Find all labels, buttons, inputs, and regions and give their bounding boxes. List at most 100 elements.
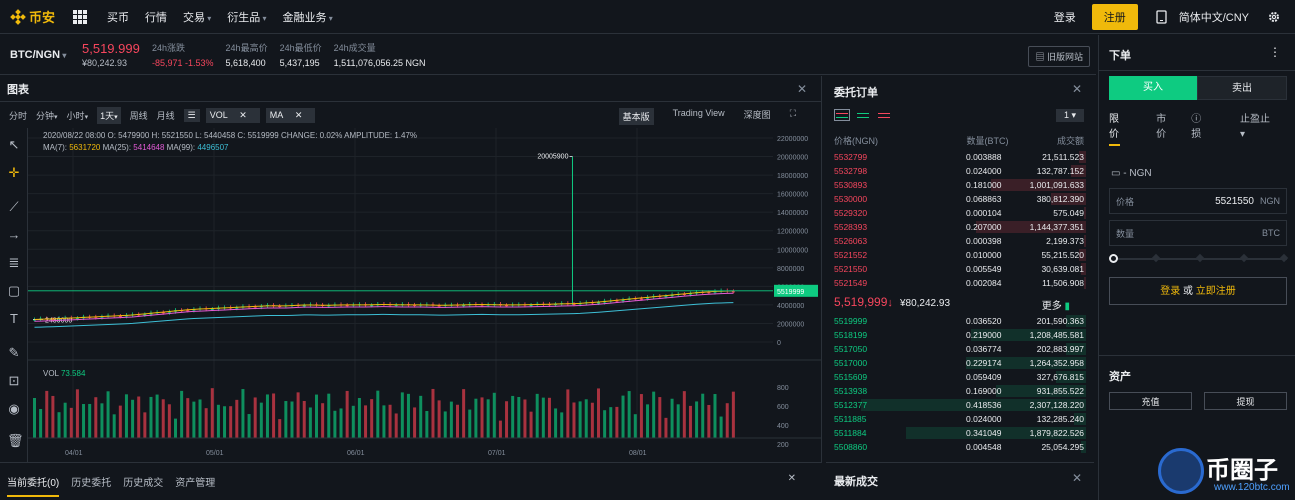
buy-tab[interactable]: 买入 (1109, 76, 1197, 100)
bid-row[interactable]: 5515609 0.059409 327,676.815 (826, 370, 1094, 384)
indicator-vol-tag[interactable]: VOL ✕ (205, 107, 260, 123)
ask-row[interactable]: 5521549 0.002084 11,506.908 (826, 276, 1094, 290)
interval-timeline[interactable]: 分时 (9, 109, 27, 122)
deposit-button[interactable]: 充值 (1109, 392, 1192, 410)
lock-icon[interactable]: ⊡ (7, 374, 21, 388)
nav-item-finance[interactable]: 金融业务 (283, 9, 333, 25)
text-tool-icon[interactable]: T (7, 312, 21, 326)
nav-item-markets[interactable]: 行情 (145, 9, 167, 25)
cursor-arrow-icon[interactable]: ↖ (7, 138, 21, 152)
ask-row[interactable]: 5529320 0.000104 575.049 (826, 206, 1094, 220)
rectangle-icon[interactable]: ▢ (7, 284, 21, 298)
ask-row[interactable]: 5532798 0.024000 132,787.152 (826, 164, 1094, 178)
bid-amount: 0.036520 (966, 316, 1002, 326)
crosshair-icon[interactable]: ✛ (7, 166, 21, 180)
type-market[interactable]: 市价 (1156, 110, 1167, 146)
nav-item-buy-crypto[interactable]: 买币 (107, 9, 129, 25)
ask-row[interactable]: 5530000 0.068863 380,812.390 (826, 192, 1094, 206)
view-basic[interactable]: 基本版 (618, 108, 654, 125)
bid-row[interactable]: 5517050 0.036774 202,883.997 (826, 342, 1094, 356)
arrow-tool-icon[interactable]: → (7, 228, 21, 242)
close-icon[interactable]: ✕ (239, 110, 247, 120)
indicator-ma-tag[interactable]: MA ✕ (265, 107, 316, 123)
indicator-settings-icon[interactable]: ☰ (183, 108, 200, 122)
more-vertical-icon[interactable]: ⋮ (1269, 45, 1281, 59)
more-link[interactable]: 更多 ▮ (1042, 297, 1070, 312)
download-app-icon[interactable] (1156, 10, 1167, 24)
close-icon[interactable]: ✕ (1072, 471, 1082, 485)
tab-trade-history[interactable]: 历史成交 (123, 474, 163, 489)
bid-row[interactable]: 5511884 0.341049 1,879,822.526 (826, 426, 1094, 440)
language-currency-selector[interactable]: 简体中文/CNY (1179, 9, 1249, 25)
tab-funds[interactable]: 资产管理 (175, 474, 215, 489)
nav-item-derivatives[interactable]: 衍生品 (227, 9, 266, 25)
tab-order-history[interactable]: 历史委托 (71, 474, 111, 489)
close-icon[interactable]: ✕ (788, 473, 796, 484)
login-register-button[interactable]: 登录 或 立即注册 (1109, 277, 1287, 305)
view-tradingview[interactable]: Trading View (673, 108, 725, 125)
bid-row[interactable]: 5519999 0.036520 201,590.363 (826, 314, 1094, 328)
type-limit[interactable]: 限价 (1109, 110, 1121, 146)
trend-line-icon[interactable]: ⟋ (7, 200, 21, 214)
bid-row[interactable]: 5513938 0.169000 931,855.522 (826, 384, 1094, 398)
interval-week[interactable]: 周线 (130, 109, 148, 122)
sell-tab[interactable]: 卖出 (1197, 76, 1287, 100)
bid-row[interactable]: 5518199 0.219000 1,208,485.581 (826, 328, 1094, 342)
slider-stop[interactable] (1151, 253, 1161, 263)
interval-hour[interactable]: 小时 (67, 109, 89, 122)
volume-bar (229, 406, 233, 438)
close-icon[interactable]: ✕ (1072, 82, 1082, 96)
amount-slider[interactable] (1109, 253, 1289, 264)
register-text[interactable]: 立即注册 (1196, 286, 1236, 297)
amount-input[interactable]: 数量 BTC (1109, 220, 1287, 246)
precision-selector[interactable]: 1 ▾ (1055, 109, 1084, 122)
volume-bar (198, 399, 202, 438)
ask-row[interactable]: 5521552 0.010000 55,215.520 (826, 248, 1094, 262)
type-stop-limit[interactable]: ⓘ 止盈止损 ▾ (1191, 110, 1285, 146)
pair-selector[interactable]: BTC/NGN (10, 49, 70, 61)
ask-row[interactable]: 5532799 0.003888 21,511.523 (826, 150, 1094, 164)
tab-open-orders[interactable]: 当前委托(0) (7, 474, 60, 497)
login-text[interactable]: 登录 (1160, 286, 1180, 297)
nav-item-trade[interactable]: 交易 (183, 9, 211, 25)
assets-section: 资产 充值 提现 (1099, 355, 1295, 410)
withdraw-button[interactable]: 提现 (1204, 392, 1287, 410)
bid-row[interactable]: 5511885 0.024000 132,285.240 (826, 412, 1094, 426)
close-icon[interactable]: ✕ (797, 82, 807, 96)
register-button[interactable]: 注册 (1091, 4, 1138, 30)
ask-row[interactable]: 5526063 0.000398 2,199.373 (826, 234, 1094, 248)
bid-row[interactable]: 5512377 0.418536 2,307,128.220 (826, 398, 1094, 412)
old-site-button[interactable]: ▤ 旧版网站 (1028, 46, 1090, 67)
apps-grid-icon[interactable] (73, 9, 88, 24)
asks-only-icon[interactable] (876, 109, 892, 121)
slider-stop[interactable] (1195, 253, 1205, 263)
slider-handle[interactable] (1109, 254, 1118, 263)
ask-row[interactable]: 5528393 0.207000 1,144,377.351 (826, 220, 1094, 234)
trash-icon[interactable]: 🗑 (7, 434, 24, 448)
both-sides-icon[interactable] (834, 109, 850, 121)
login-link[interactable]: 登录 (1054, 9, 1076, 25)
slider-stop[interactable] (1279, 253, 1289, 263)
slider-stop[interactable] (1239, 253, 1249, 263)
volume-bar (486, 399, 490, 438)
amount-unit: BTC (1262, 228, 1280, 238)
brush-icon[interactable]: ✎ (7, 346, 21, 360)
bid-row[interactable]: 5508860 0.004548 25,054.295 (826, 440, 1094, 454)
brand-logo[interactable]: 币安 (10, 7, 55, 26)
view-depth[interactable]: 深度图 (744, 108, 771, 125)
fullscreen-icon[interactable]: ⛶ (790, 108, 796, 125)
eye-icon[interactable]: ◉ (7, 402, 21, 416)
close-icon[interactable]: ✕ (295, 110, 303, 120)
price-input[interactable]: 价格 5521550 NGN (1109, 188, 1287, 214)
volume-bar (449, 401, 453, 438)
bids-only-icon[interactable] (855, 109, 871, 121)
settings-gear-icon[interactable] (1267, 10, 1281, 24)
interval-minute[interactable]: 分钟 (36, 109, 58, 122)
fib-lines-icon[interactable]: ≣ (7, 256, 21, 270)
bid-row[interactable]: 5517000 0.229174 1,264,352.958 (826, 356, 1094, 370)
ask-row[interactable]: 5530893 0.181000 1,001,091.633 (826, 178, 1094, 192)
ask-row[interactable]: 5521550 0.005549 30,639.081 (826, 262, 1094, 276)
interval-month[interactable]: 月线 (157, 109, 175, 122)
interval-1d[interactable]: 1天 (97, 106, 121, 124)
candlestick-chart[interactable]: 2200000020000000180000001600000014000000… (28, 128, 822, 462)
